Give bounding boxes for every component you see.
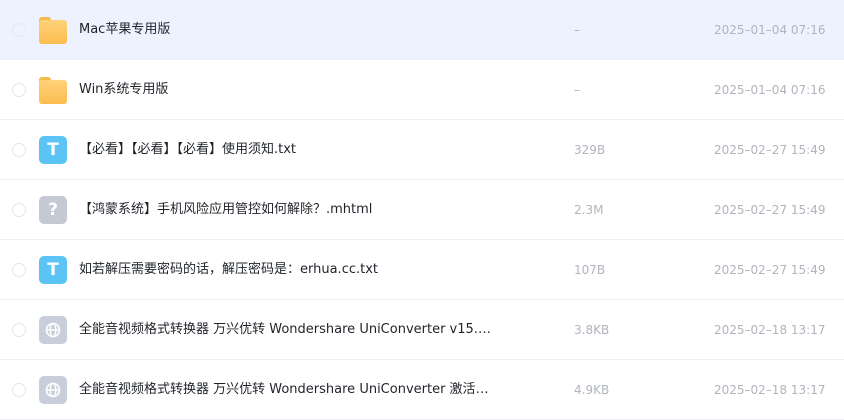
file-date: 2025–02–18 13:17 — [714, 323, 826, 337]
file-name[interactable]: 【鸿蒙系统】手机风险应用管控如何解除？.mhtml — [79, 180, 372, 240]
file-date: 2025–02–27 15:49 — [714, 143, 826, 157]
select-radio[interactable] — [12, 263, 26, 277]
file-size: 329B — [574, 143, 606, 157]
file-row[interactable]: Win系统专用版 – 2025–01–04 07:16 — [0, 60, 844, 120]
file-size: 3.8KB — [574, 323, 610, 337]
text-file-icon: T — [39, 256, 67, 284]
select-radio[interactable] — [12, 203, 26, 217]
file-size: – — [574, 23, 580, 37]
file-name[interactable]: 全能音视频格式转换器 万兴优转 Wondershare UniConverter… — [79, 360, 499, 420]
select-radio[interactable] — [12, 83, 26, 97]
file-date: 2025–01–04 07:16 — [714, 23, 826, 37]
unknown-file-icon: ? — [39, 196, 67, 224]
file-date: 2025–01–04 07:16 — [714, 83, 826, 97]
select-radio[interactable] — [12, 23, 26, 37]
select-radio[interactable] — [12, 323, 26, 337]
web-file-icon — [39, 376, 67, 404]
file-name[interactable]: 全能音视频格式转换器 万兴优转 Wondershare UniConverter… — [79, 300, 499, 360]
file-size: – — [574, 83, 580, 97]
select-radio[interactable] — [12, 383, 26, 397]
folder-icon — [39, 16, 67, 44]
file-size: 107B — [574, 263, 606, 277]
file-row[interactable]: T 如若解压需要密码的话，解压密码是：erhua.cc.txt 107B 202… — [0, 240, 844, 300]
file-list: Mac苹果专用版 – 2025–01–04 07:16 Win系统专用版 – 2… — [0, 0, 844, 420]
file-date: 2025–02–27 15:49 — [714, 263, 826, 277]
file-name[interactable]: 【必看】【必看】【必看】使用须知.txt — [79, 120, 296, 180]
file-row[interactable]: 全能音视频格式转换器 万兴优转 Wondershare UniConverter… — [0, 360, 844, 420]
folder-icon — [39, 76, 67, 104]
file-row[interactable]: 全能音视频格式转换器 万兴优转 Wondershare UniConverter… — [0, 300, 844, 360]
file-row[interactable]: ? 【鸿蒙系统】手机风险应用管控如何解除？.mhtml 2.3M 2025–02… — [0, 180, 844, 240]
web-file-icon — [39, 316, 67, 344]
file-date: 2025–02–27 15:49 — [714, 203, 826, 217]
file-row[interactable]: T 【必看】【必看】【必看】使用须知.txt 329B 2025–02–27 1… — [0, 120, 844, 180]
file-size: 2.3M — [574, 203, 604, 217]
file-name[interactable]: 如若解压需要密码的话，解压密码是：erhua.cc.txt — [79, 240, 378, 300]
file-date: 2025–02–18 13:17 — [714, 383, 826, 397]
file-size: 4.9KB — [574, 383, 610, 397]
file-name[interactable]: Mac苹果专用版 — [79, 0, 170, 60]
select-radio[interactable] — [12, 143, 26, 157]
text-file-icon: T — [39, 136, 67, 164]
file-row[interactable]: Mac苹果专用版 – 2025–01–04 07:16 — [0, 0, 844, 60]
file-name[interactable]: Win系统专用版 — [79, 60, 168, 120]
